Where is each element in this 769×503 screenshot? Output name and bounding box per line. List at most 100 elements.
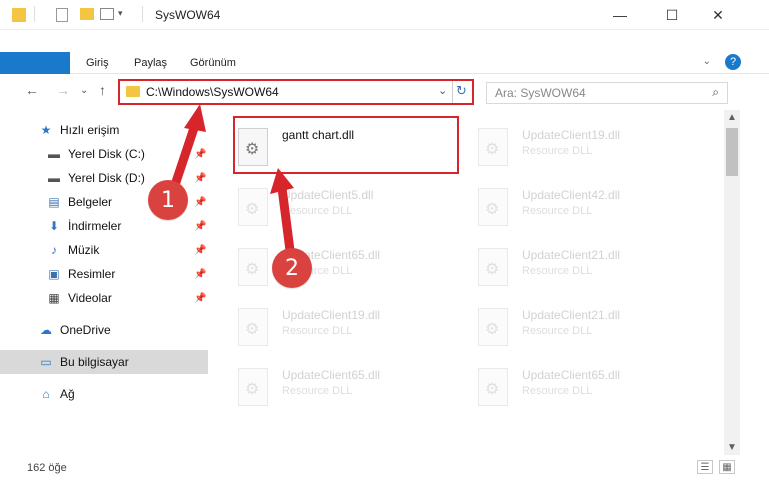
file-name: UpdateClient19.dll (282, 308, 381, 322)
search-input[interactable]: Ara: SysWOW64 (495, 86, 586, 100)
file-item[interactable]: UpdateClient65.dll Resource DLL (208, 238, 438, 298)
file-type: Resource DLL (522, 205, 593, 217)
tab-home[interactable]: Giriş (76, 52, 119, 74)
download-icon: ⬇ (48, 219, 60, 233)
close-button[interactable]: ✕ (695, 0, 741, 30)
file-type: Resource DLL (522, 145, 593, 157)
tab-view[interactable]: Görünüm (180, 52, 246, 74)
pin-icon: 📌 (194, 220, 207, 232)
file-item[interactable]: UpdateClient19.dll Resource DLL (208, 298, 438, 358)
file-type: Resource DLL (282, 205, 353, 217)
folder-icon (12, 8, 26, 22)
file-item[interactable]: UpdateClient21.dll Resource DLL (448, 298, 678, 358)
file-type: Resource DLL (522, 385, 593, 397)
file-name: UpdateClient21.dll (522, 248, 621, 262)
sidebar-item-label: Yerel Disk (D:) (68, 171, 145, 185)
item-count: 162 öğe (27, 462, 67, 474)
file-name: UpdateClient5.dll (282, 188, 374, 202)
file-type: Resource DLL (282, 325, 353, 337)
expand-ribbon-icon[interactable]: ⌄ (703, 56, 711, 67)
pin-icon: 📌 (194, 268, 207, 280)
file-item[interactable]: UpdateClient5.dll Resource DLL (208, 178, 438, 238)
navigation-bar: ← → ⌄ ↑ C:\Windows\SysWOW64 ⌄ ↻ Ara: Sys… (0, 74, 769, 110)
file-type: Resource DLL (522, 265, 593, 277)
pin-icon: 📌 (194, 244, 207, 256)
scroll-down-icon[interactable]: ▼ (727, 442, 737, 453)
dll-file-icon (238, 248, 268, 286)
minimize-button[interactable]: — (597, 0, 643, 30)
pictures-icon: ▣ (48, 267, 60, 281)
dll-file-icon (238, 188, 268, 226)
ribbon: Dosya Giriş Paylaş Görünüm ⌄ ? (0, 30, 769, 112)
maximize-button[interactable]: ☐ (649, 0, 695, 30)
sidebar-item-label: Bu bilgisayar (60, 355, 129, 369)
dll-file-icon (478, 248, 508, 286)
scroll-up-icon[interactable]: ▲ (727, 112, 737, 123)
file-item[interactable]: UpdateClient65.dll Resource DLL (208, 358, 438, 418)
dll-file-icon (478, 368, 508, 406)
sidebar-item-label: Müzik (68, 243, 100, 257)
file-name: UpdateClient19.dll (522, 128, 621, 142)
sidebar-item-label: Hızlı erişim (60, 123, 120, 137)
sidebar-item-local-disk-c[interactable]: ▬ Yerel Disk (C:) 📌 (0, 142, 208, 166)
sidebar-item-videos[interactable]: ▦ Videolar 📌 (0, 286, 208, 310)
sidebar-item-this-pc[interactable]: ▭ Bu bilgisayar (0, 350, 208, 374)
large-icons-view-icon[interactable]: ▦ (719, 460, 735, 474)
pin-icon: 📌 (194, 148, 207, 160)
help-icon[interactable]: ? (725, 54, 741, 70)
sidebar-item-music[interactable]: ♪ Müzik 📌 (0, 238, 208, 262)
file-item[interactable]: UpdateClient19.dll Resource DLL (448, 118, 678, 178)
tab-share[interactable]: Paylaş (124, 52, 177, 74)
sidebar-item-quick-access[interactable]: ★ Hızlı erişim (0, 118, 208, 142)
sidebar-item-network[interactable]: ⌂ Ağ (0, 382, 208, 406)
address-bar[interactable]: C:\Windows\SysWOW64 ⌄ ↻ (118, 79, 474, 105)
network-icon: ⌂ (42, 387, 50, 401)
pin-icon: 📌 (194, 172, 207, 184)
navigation-pane: ★ Hızlı erişim ▬ Yerel Disk (C:) 📌 ▬ Yer… (0, 110, 208, 455)
videos-icon: ▦ (48, 291, 60, 305)
dll-file-icon (478, 128, 508, 166)
search-box[interactable]: Ara: SysWOW64 ⌕ (486, 82, 728, 104)
file-item[interactable]: UpdateClient42.dll Resource DLL (448, 178, 678, 238)
customize-toolbar-icon[interactable] (100, 8, 114, 20)
address-path[interactable]: C:\Windows\SysWOW64 (146, 85, 279, 99)
step-badge-1: 1 (148, 180, 188, 220)
search-icon[interactable]: ⌕ (712, 85, 719, 100)
refresh-icon[interactable]: ↻ (456, 83, 467, 99)
pin-icon: 📌 (194, 196, 207, 208)
sidebar-item-label: Resimler (68, 267, 116, 281)
back-button[interactable]: ← (25, 82, 39, 98)
sidebar-item-pictures[interactable]: ▣ Resimler 📌 (0, 262, 208, 286)
sidebar-item-label: OneDrive (60, 323, 111, 337)
pin-icon: 📌 (194, 292, 207, 304)
file-item[interactable]: UpdateClient21.dll Resource DLL (448, 238, 678, 298)
toolbar-separator (34, 6, 35, 22)
star-icon: ★ (40, 123, 52, 137)
up-button[interactable]: ↑ (99, 82, 106, 98)
dll-file-icon (238, 368, 268, 406)
highlight-box (233, 116, 459, 174)
scrollbar-thumb[interactable] (726, 128, 738, 176)
sidebar-item-onedrive[interactable]: ☁ OneDrive (0, 318, 208, 342)
recent-locations-dropdown-icon[interactable]: ⌄ (80, 85, 88, 96)
address-separator (452, 81, 453, 103)
window-title: SysWOW64 (155, 8, 221, 22)
address-dropdown-icon[interactable]: ⌄ (438, 84, 447, 97)
new-folder-icon[interactable] (80, 8, 94, 20)
music-icon: ♪ (51, 243, 57, 257)
file-item[interactable]: UpdateClient65.dll Resource DLL (448, 358, 678, 418)
sidebar-item-label: Yerel Disk (C:) (68, 147, 145, 161)
quick-access-dropdown-icon[interactable]: ▾ (118, 8, 123, 24)
properties-icon[interactable] (56, 8, 68, 22)
details-view-icon[interactable]: ☰ (697, 460, 713, 474)
toolbar-separator (142, 6, 143, 22)
sidebar-item-label: Belgeler (68, 195, 113, 209)
sidebar-item-label: Videolar (68, 291, 112, 305)
file-name: UpdateClient21.dll (522, 308, 621, 322)
sidebar-item-label: İndirmeler (68, 219, 122, 233)
vertical-scrollbar[interactable]: ▲ ▼ (724, 110, 740, 455)
forward-button[interactable]: → (56, 82, 70, 98)
file-name: UpdateClient65.dll (522, 368, 621, 382)
drive-icon: ▬ (48, 171, 60, 185)
status-bar: 162 öğe ☰ ▦ (0, 455, 769, 503)
